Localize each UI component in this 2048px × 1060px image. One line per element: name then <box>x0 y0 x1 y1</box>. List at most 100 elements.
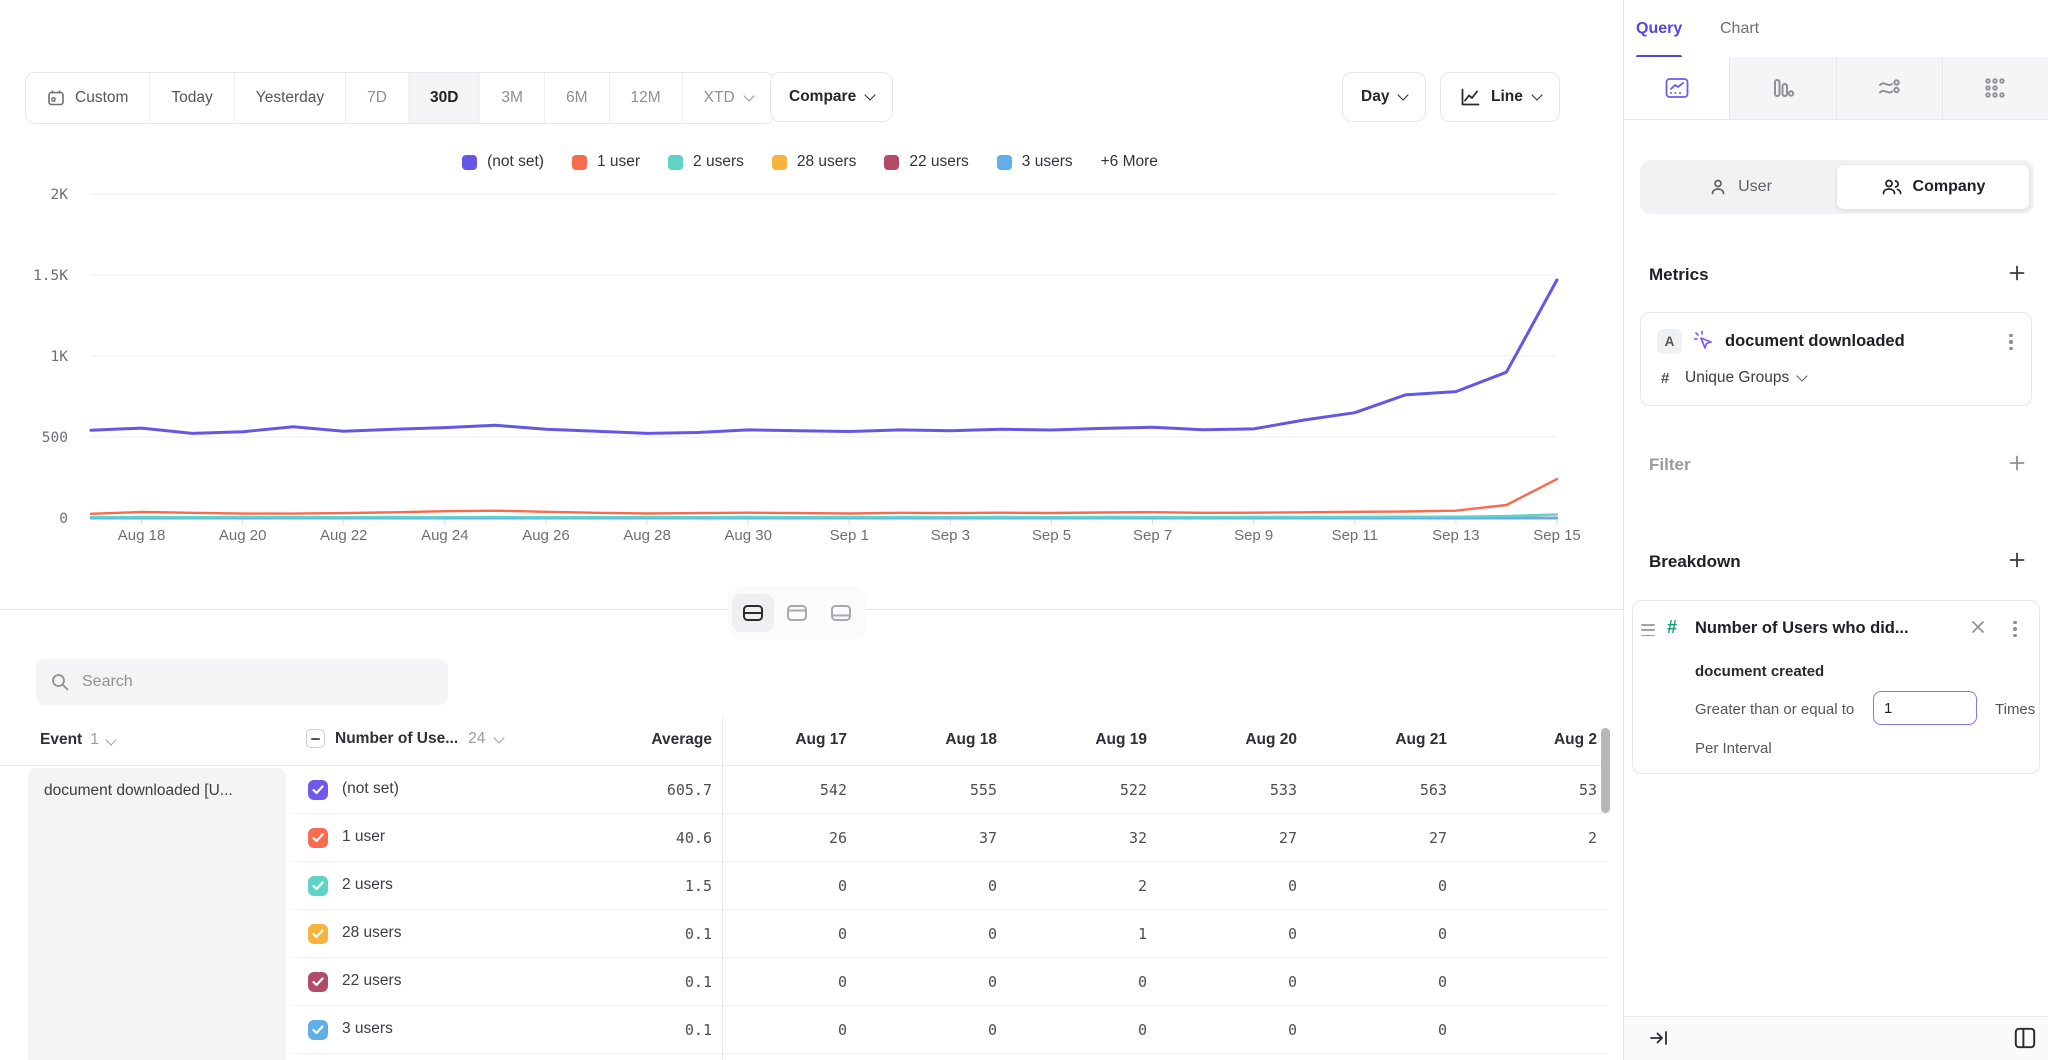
bar-chart-type-button[interactable] <box>1729 57 1835 119</box>
date-column-headers: Aug 17Aug 18Aug 19Aug 20Aug 21Aug 2 <box>730 731 1608 749</box>
legend-item[interactable]: 2 users <box>668 153 744 171</box>
column-separator <box>722 718 723 1060</box>
scatter-chart-type-button[interactable] <box>1942 57 2048 119</box>
chevron-down-icon <box>865 89 876 100</box>
legend-item[interactable]: 22 users <box>884 153 968 171</box>
average-value: 40.6 <box>560 829 712 847</box>
date-column-header[interactable]: Aug 17 <box>730 731 880 749</box>
x-axis-label: Sep 5 <box>1032 527 1071 544</box>
flow-chart-type-button[interactable] <box>1836 57 1942 119</box>
range-button-xtd[interactable]: XTD <box>682 73 774 123</box>
table-row: 1 user40.626373227272 <box>0 814 1608 862</box>
row-checkbox[interactable] <box>308 780 328 800</box>
flow-chart-icon <box>1877 76 1901 100</box>
date-column-header[interactable]: Aug 2 <box>1480 731 1608 749</box>
add-breakdown-button[interactable] <box>2004 547 2030 573</box>
date-column-header[interactable]: Aug 19 <box>1030 731 1180 749</box>
layout-toggle-group <box>728 586 866 640</box>
range-button-7d[interactable]: 7D <box>345 73 408 123</box>
breakdown-per-interval-label[interactable]: Per Interval <box>1695 740 1772 757</box>
table-row: 2 users1.500200 <box>0 862 1608 910</box>
metric-card[interactable]: A document downloaded # Unique Groups <box>1640 312 2032 406</box>
chart-type-dropdown[interactable]: Line <box>1440 72 1560 122</box>
drag-handle-icon[interactable] <box>1641 624 1655 636</box>
row-checkbox[interactable] <box>308 972 328 992</box>
interval-label: Day <box>1361 88 1389 106</box>
search-box <box>36 659 448 705</box>
row-checkbox[interactable] <box>308 1020 328 1040</box>
line-chart-type-button[interactable] <box>1624 57 1729 119</box>
number-icon: # <box>1661 370 1669 387</box>
line-chart-icon <box>1459 86 1481 108</box>
interval-dropdown[interactable]: Day <box>1342 72 1426 122</box>
plus-icon <box>2007 263 2027 283</box>
date-column-header[interactable]: Aug 18 <box>880 731 1030 749</box>
value-cell: 542 <box>730 781 880 799</box>
x-axis-label: Aug 24 <box>421 527 469 544</box>
search-input[interactable] <box>80 672 434 692</box>
range-label: 6M <box>566 89 588 107</box>
row-checkbox[interactable] <box>308 924 328 944</box>
legend-item[interactable]: 3 users <box>997 153 1073 171</box>
number-icon: # <box>1667 617 1677 638</box>
tab-query[interactable]: Query <box>1636 0 1682 57</box>
row-values: 00200 <box>730 877 1608 895</box>
scope-company-button[interactable]: Company <box>1836 164 2030 210</box>
range-button-6m[interactable]: 6M <box>544 73 609 123</box>
range-button-yesterday[interactable]: Yesterday <box>234 73 345 123</box>
range-button-12m[interactable]: 12M <box>609 73 682 123</box>
select-all-checkbox[interactable] <box>306 729 325 748</box>
row-checkbox[interactable] <box>308 828 328 848</box>
chart-canvas[interactable]: 05001K1.5K2KAug 18Aug 20Aug 22Aug 24Aug … <box>0 180 1620 555</box>
breakdown-value-input[interactable] <box>1873 691 1977 725</box>
series-label: 1 user <box>342 828 385 846</box>
top-panel-view-button[interactable] <box>776 594 818 632</box>
legend-item[interactable]: 28 users <box>772 153 856 171</box>
remove-breakdown-button[interactable] <box>1969 618 1987 639</box>
breakdown-event-name[interactable]: document created <box>1695 663 1824 680</box>
value-cell: 0 <box>1180 925 1330 943</box>
tab-chart[interactable]: Chart <box>1720 0 1759 57</box>
legend-item[interactable]: (not set) <box>462 153 544 171</box>
legend-item[interactable]: 1 user <box>572 153 640 171</box>
range-button-today[interactable]: Today <box>149 73 233 123</box>
event-column-header[interactable]: Event 1 <box>40 731 115 749</box>
bottom-panel-view-button[interactable] <box>820 594 862 632</box>
breakdown-menu-button[interactable] <box>2005 618 2025 640</box>
range-button-3m[interactable]: 3M <box>479 73 544 123</box>
group-header-label[interactable]: Number of Use... <box>335 730 458 748</box>
value-cell: 0 <box>1180 877 1330 895</box>
y-axis-label: 1.5K <box>33 268 68 284</box>
table-scrollbar[interactable] <box>1601 728 1610 813</box>
row-checkbox[interactable] <box>308 876 328 896</box>
breakdown-condition-label[interactable]: Greater than or equal to <box>1695 701 1854 718</box>
scope-user-button[interactable]: User <box>1644 164 1836 210</box>
legend-label: 22 users <box>909 153 968 171</box>
chevron-down-icon <box>495 738 503 742</box>
aggregation-dropdown[interactable]: Unique Groups <box>1685 369 1806 387</box>
value-cell: 53 <box>1480 781 1608 799</box>
group-count: 24 <box>468 730 485 748</box>
side-panel-toggle-button[interactable] <box>2012 1025 2038 1054</box>
range-button-30d[interactable]: 30D <box>408 73 479 123</box>
series-label: 2 users <box>342 876 393 894</box>
add-metric-button[interactable] <box>2004 260 2030 286</box>
compare-button[interactable]: Compare <box>770 72 893 122</box>
split-view-button[interactable] <box>732 594 774 632</box>
close-icon <box>1969 618 1987 636</box>
date-column-header[interactable]: Aug 20 <box>1180 731 1330 749</box>
x-axis-label: Aug 28 <box>623 527 671 544</box>
date-column-header[interactable]: Aug 21 <box>1330 731 1480 749</box>
legend-label: 28 users <box>797 153 856 171</box>
add-filter-button[interactable] <box>2004 450 2030 476</box>
average-value: 0.1 <box>560 1021 712 1039</box>
metric-menu-button[interactable] <box>2001 331 2021 353</box>
legend-swatch <box>572 155 587 170</box>
row-values: 00000 <box>730 1021 1608 1039</box>
legend-more-button[interactable]: +6 More <box>1101 153 1158 171</box>
breakdown-title[interactable]: Number of Users who did... <box>1695 619 1909 638</box>
value-cell: 27 <box>1330 829 1480 847</box>
metric-name[interactable]: document downloaded <box>1725 332 1905 351</box>
range-button-custom[interactable]: Custom <box>26 73 149 123</box>
collapse-panel-button[interactable] <box>1648 1027 1670 1052</box>
